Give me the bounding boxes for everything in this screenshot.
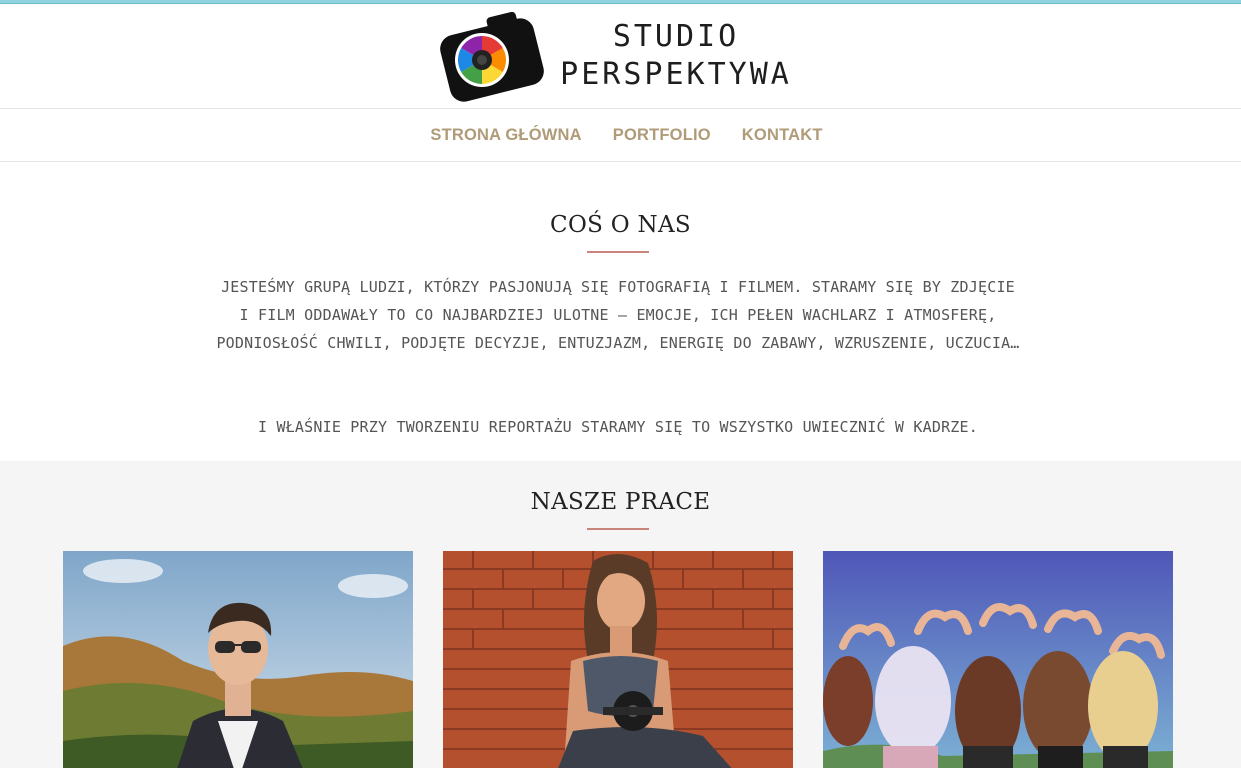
portfolio-tile-fitness[interactable]: [443, 551, 793, 768]
works-title: NASZE PRACE: [530, 489, 711, 515]
photo-woman-dumbbell: [443, 551, 793, 768]
about-paragraph: JESTEŚMY GRUPĄ LUDZI, KTÓRZY PASJONUJĄ S…: [216, 278, 1020, 352]
nav-item-portfolio[interactable]: PORTFOLIO: [613, 126, 711, 145]
about-paragraph-2: I WŁAŚNIE PRZY TWORZENIU REPORTAŻU STARA…: [258, 418, 978, 436]
about-title-underline: [587, 251, 649, 253]
brand-name: STUDIO PERSPEKTYWA: [551, 18, 801, 94]
brand-line-2: PERSPEKTYWA: [560, 57, 792, 92]
brand-line-1: STUDIO: [612, 19, 740, 54]
site-logo[interactable]: STUDIO PERSPEKTYWA: [436, 8, 806, 108]
photo-man-sunglasses: [63, 551, 413, 768]
works-section: NASZE PRACE: [0, 461, 1241, 768]
portfolio-tile-man[interactable]: [63, 551, 413, 768]
photo-friends-hearts: [823, 551, 1173, 768]
camera-icon: [440, 11, 544, 102]
nav-item-home[interactable]: STRONA GŁÓWNA: [430, 126, 581, 145]
works-title-underline: [587, 528, 649, 530]
nav-item-contact[interactable]: KONTAKT: [742, 126, 823, 145]
main-navigation: STRONA GŁÓWNA PORTFOLIO KONTAKT: [0, 110, 1241, 162]
about-title: COŚ O NAS: [550, 212, 691, 238]
about-section: COŚ O NAS JESTEŚMY GRUPĄ LUDZI, KTÓRZY P…: [0, 163, 1241, 461]
portfolio-tile-friends[interactable]: [823, 551, 1173, 768]
header: STUDIO PERSPEKTYWA: [0, 4, 1241, 109]
